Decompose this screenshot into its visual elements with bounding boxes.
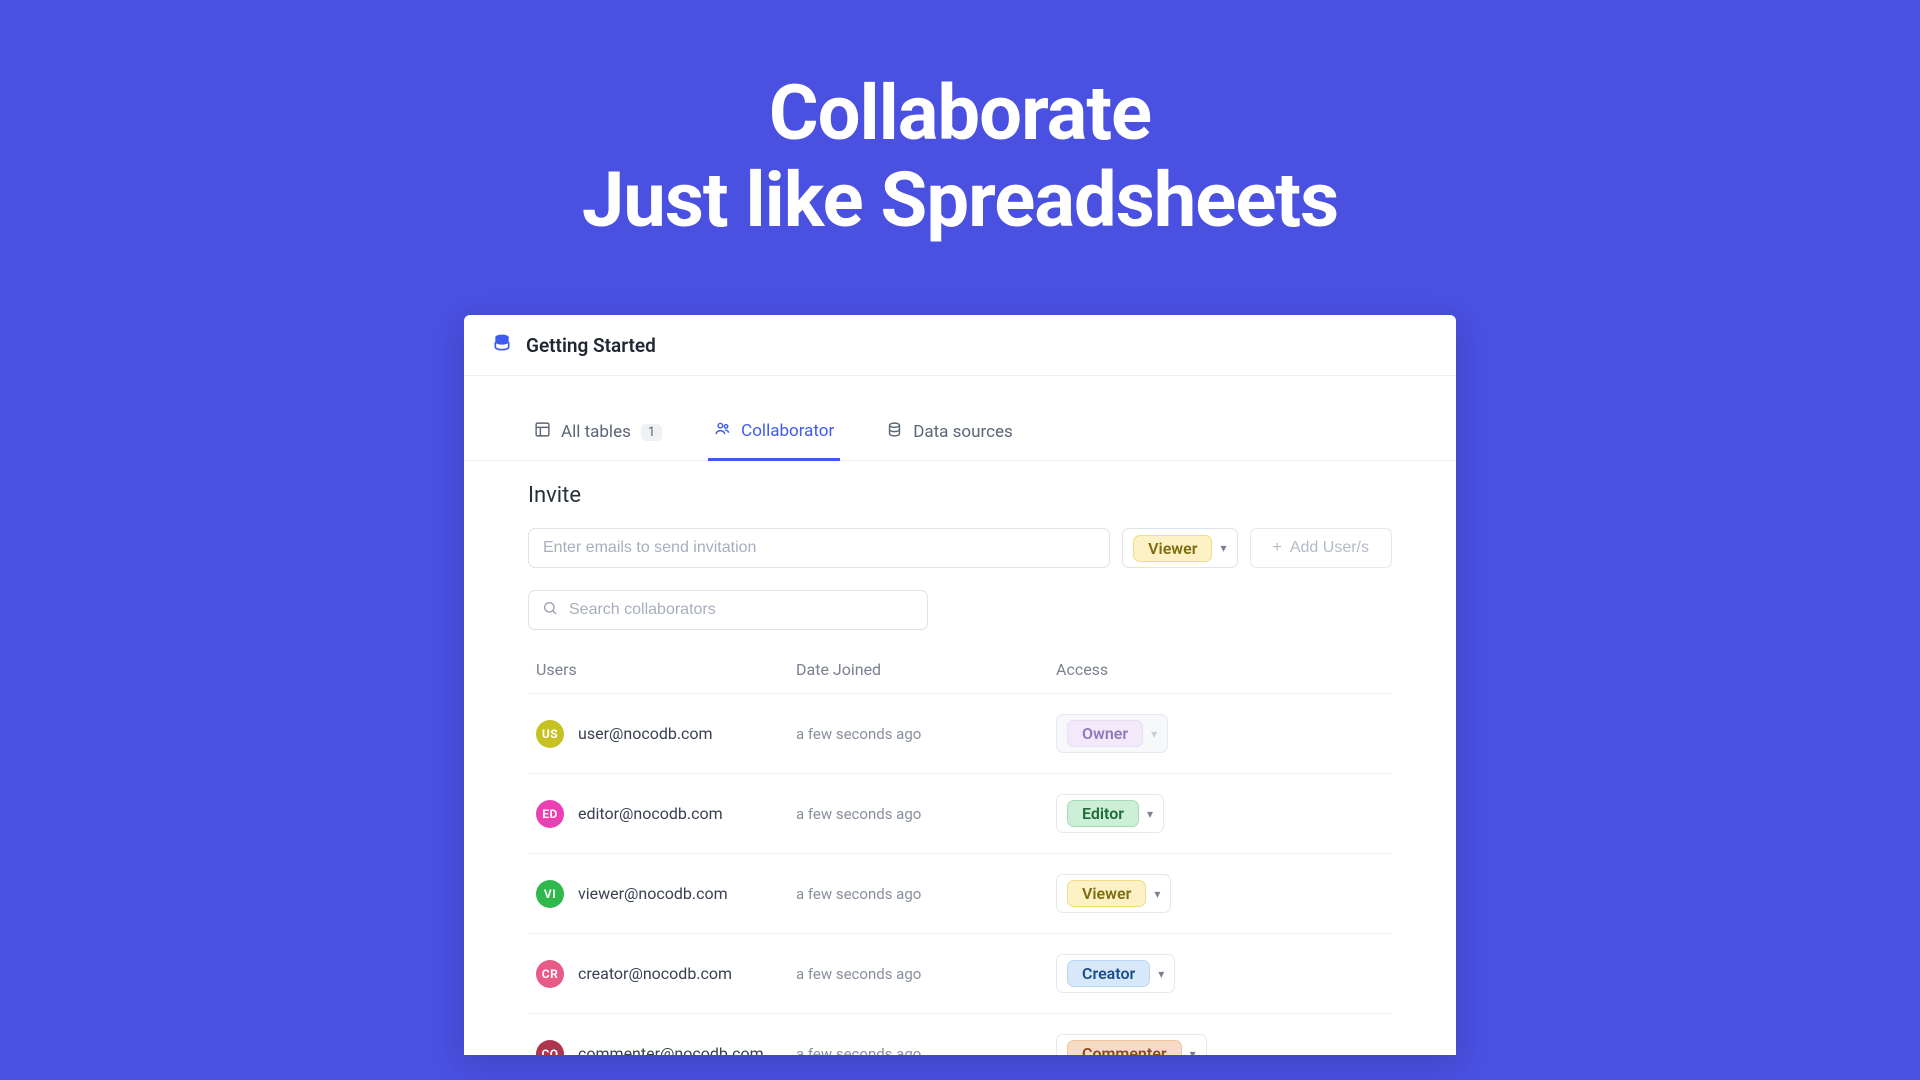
avatar: CO xyxy=(536,1040,564,1056)
table-row: US user@nocodb.com a few seconds ago Owner ▾ xyxy=(528,693,1392,773)
table-row: VIviewer@nocodb.coma few seconds agoView… xyxy=(528,853,1392,933)
tab-collaborator[interactable]: Collaborator xyxy=(708,410,840,461)
col-joined: Date Joined xyxy=(796,660,1056,679)
tab-label: All tables xyxy=(561,422,631,442)
tab-label: Collaborator xyxy=(741,421,834,441)
tab-data-sources[interactable]: Data sources xyxy=(880,410,1019,460)
invite-heading: Invite xyxy=(528,483,1392,508)
role-pill: Viewer xyxy=(1067,880,1146,907)
table-row: EDeditor@nocodb.coma few seconds agoEdit… xyxy=(528,773,1392,853)
hero-line-2: Just like Spreadsheets xyxy=(582,155,1338,245)
date-joined: a few seconds ago xyxy=(796,1045,1056,1056)
chevron-down-icon: ▾ xyxy=(1190,1047,1196,1056)
avatar: ED xyxy=(536,800,564,828)
invite-role-select[interactable]: Viewer ▾ xyxy=(1122,528,1237,568)
search-icon xyxy=(542,600,558,620)
table-icon xyxy=(534,421,551,443)
tab-all-tables[interactable]: All tables 1 xyxy=(528,410,668,460)
user-email: user@nocodb.com xyxy=(578,724,713,743)
plus-icon: + xyxy=(1273,539,1282,557)
chevron-down-icon: ▾ xyxy=(1154,887,1160,901)
search-input[interactable] xyxy=(528,590,928,630)
hero-title: Collaborate Just like Spreadsheets xyxy=(0,0,1920,245)
app-panel: Getting Started All tables 1 Collaborato… xyxy=(464,315,1456,1055)
date-joined: a few seconds ago xyxy=(796,805,1056,823)
panel-header: Getting Started xyxy=(464,315,1456,376)
chevron-down-icon: ▾ xyxy=(1158,967,1164,981)
date-joined: a few seconds ago xyxy=(796,725,1056,743)
chevron-down-icon: ▾ xyxy=(1151,727,1157,741)
user-email: creator@nocodb.com xyxy=(578,964,732,983)
access-select: Owner ▾ xyxy=(1056,714,1168,753)
people-icon xyxy=(714,420,731,442)
role-pill: Owner xyxy=(1067,720,1143,747)
role-pill: Commenter xyxy=(1067,1040,1182,1055)
date-joined: a few seconds ago xyxy=(796,885,1056,903)
col-users: Users xyxy=(536,660,796,679)
invite-email-input[interactable] xyxy=(528,528,1110,568)
access-select[interactable]: Commenter ▾ xyxy=(1056,1034,1207,1055)
tabs: All tables 1 Collaborator Data sources xyxy=(464,410,1456,461)
avatar: CR xyxy=(536,960,564,988)
user-email: viewer@nocodb.com xyxy=(578,884,728,903)
access-select[interactable]: Creator ▾ xyxy=(1056,954,1175,993)
table-header: Users Date Joined Access xyxy=(528,660,1392,693)
content-area: Invite Viewer ▾ + Add User/s Users Date … xyxy=(464,461,1456,1055)
chevron-down-icon: ▾ xyxy=(1220,541,1226,555)
hero-line-1: Collaborate xyxy=(769,68,1151,158)
access-select[interactable]: Editor ▾ xyxy=(1056,794,1164,833)
user-email: editor@nocodb.com xyxy=(578,804,723,823)
tab-label: Data sources xyxy=(913,422,1013,442)
chevron-down-icon: ▾ xyxy=(1147,807,1153,821)
collaborator-rows: US user@nocodb.com a few seconds ago Owner ▾… xyxy=(528,693,1392,1055)
add-user-label: Add User/s xyxy=(1290,539,1369,557)
role-pill: Viewer xyxy=(1133,535,1212,562)
user-email: commenter@nocodb.com xyxy=(578,1044,764,1055)
add-user-button[interactable]: + Add User/s xyxy=(1250,528,1392,568)
page-title: Getting Started xyxy=(526,334,656,357)
avatar: VI xyxy=(536,880,564,908)
invite-row: Viewer ▾ + Add User/s xyxy=(528,528,1392,568)
tab-count-badge: 1 xyxy=(641,424,662,441)
database-icon xyxy=(492,333,512,357)
date-joined: a few seconds ago xyxy=(796,965,1056,983)
access-select[interactable]: Viewer ▾ xyxy=(1056,874,1171,913)
table-row: COcommenter@nocodb.coma few seconds agoC… xyxy=(528,1013,1392,1055)
datasource-icon xyxy=(886,421,903,443)
table-row: CRcreator@nocodb.coma few seconds agoCre… xyxy=(528,933,1392,1013)
search-wrap xyxy=(528,590,928,630)
role-pill: Creator xyxy=(1067,960,1150,987)
role-pill: Editor xyxy=(1067,800,1139,827)
col-access: Access xyxy=(1056,660,1384,679)
avatar: US xyxy=(536,720,564,748)
